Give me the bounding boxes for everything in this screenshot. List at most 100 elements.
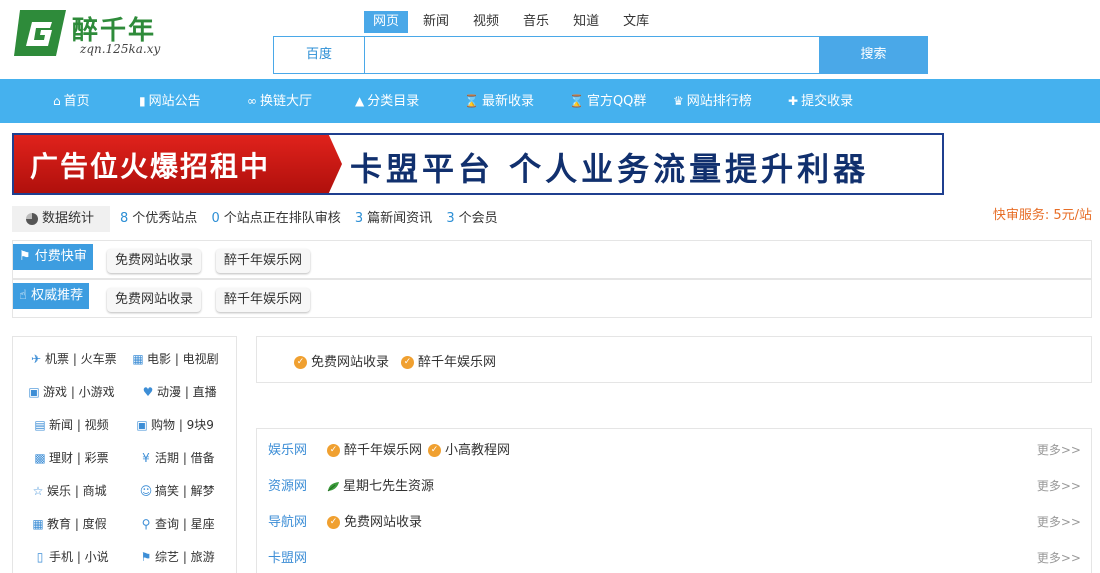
search-tab-video[interactable]: 视频: [464, 11, 508, 33]
logo-domain: zqn.125ka.xy: [80, 42, 161, 56]
nav-latest[interactable]: ⌛ 最新收录: [464, 79, 534, 123]
category-link[interactable]: ▯ 手机 | 小说: [33, 548, 109, 566]
more-link[interactable]: 更多>>: [1037, 513, 1081, 530]
nav-qq-group[interactable]: ⌛ 官方QQ群: [569, 79, 646, 123]
category-link[interactable]: ▣ 游戏 | 小游戏: [27, 383, 114, 401]
featured-site-link[interactable]: ✓ 免费网站收录: [294, 351, 389, 370]
search-tabs: 网页 新闻 视频 音乐 知道 文库: [364, 11, 664, 33]
category-link[interactable]: ✈ 机票 | 火车票: [29, 350, 117, 368]
bookmark-icon: ⚑: [140, 550, 152, 564]
trophy-icon: ♛: [673, 94, 684, 108]
verified-badge-icon: ✓: [401, 356, 414, 369]
search-tab-web[interactable]: 网页: [364, 11, 409, 33]
money-icon: ▩: [34, 451, 46, 465]
category-link[interactable]: ▣ 购物 | 9块9: [135, 416, 214, 434]
featured-site-link[interactable]: ✓ 醉千年娱乐网: [401, 351, 496, 370]
search-button[interactable]: 搜索: [819, 36, 928, 74]
smile-icon: ☺: [139, 484, 153, 498]
search-tab-music[interactable]: 音乐: [514, 11, 558, 33]
star-icon: ☆: [32, 484, 44, 498]
verified-badge-icon: ✓: [327, 444, 340, 457]
nav-announcements[interactable]: ▮ 网站公告: [139, 79, 201, 123]
cart-icon: ▣: [136, 418, 148, 432]
paid-review-tag: ⚑ 付费快审: [13, 244, 93, 270]
thumbs-up-icon: ☝: [19, 288, 27, 303]
hourglass-icon: ⌛: [569, 94, 584, 108]
category-link[interactable]: ▦ 电影 | 电视剧: [131, 350, 218, 368]
main-nav: ⌂ 首页 ▮ 网站公告 ∞ 换链大厅 ▲ 分类目录 ⌛ 最新收录 ⌛ 官方QQ群 ♛ 网站排行…: [0, 79, 1100, 123]
search-engine-select[interactable]: 百度: [274, 37, 365, 73]
recommend-row: ☝ 权威推荐 免费网站收录 醉千年娱乐网: [12, 279, 1092, 318]
recommend-tag: ☝ 权威推荐: [13, 283, 90, 309]
list-row: 导航网 ✓ 免费网站收录 更多>>: [257, 501, 1091, 537]
list-row: 卡盟网 更多>>: [257, 537, 1091, 573]
search-tab-zhidao[interactable]: 知道: [564, 11, 608, 33]
nav-home[interactable]: ⌂ 首页: [53, 79, 90, 123]
list-row: 资源网 星期七先生资源 更多>>: [257, 465, 1091, 501]
flag-icon: ⚑: [19, 249, 31, 264]
ad-banner[interactable]: 广告位火爆招租中 卡盟平台 个人业务流量提升利器: [12, 133, 944, 195]
category-link[interactable]: ▩ 理财 | 彩票: [33, 449, 108, 467]
document-icon: ▮: [139, 94, 146, 108]
search-input[interactable]: [365, 37, 820, 73]
list-site-link[interactable]: ✓ 醉千年娱乐网: [327, 443, 422, 458]
nav-ranking[interactable]: ♛ 网站排行榜: [673, 79, 752, 123]
category-link[interactable]: ☺ 搞笑 | 解梦: [139, 482, 215, 500]
nav-link-exchange[interactable]: ∞ 换链大厅: [247, 79, 312, 123]
list-category[interactable]: 导航网: [268, 511, 307, 530]
category-link[interactable]: ▤ 新闻 | 视频: [33, 416, 108, 434]
yen-icon: ¥: [142, 451, 150, 465]
leaf-icon: [327, 482, 339, 492]
category-link[interactable]: ♥ 动漫 | 直播: [141, 383, 217, 401]
category-link[interactable]: ⚲ 查询 | 星座: [139, 515, 215, 533]
featured-sites: ✓ 免费网站收录 ✓ 醉千年娱乐网: [256, 336, 1092, 383]
gamepad-icon: ▣: [28, 385, 40, 399]
list-category[interactable]: 娱乐网: [268, 439, 307, 458]
category-link[interactable]: ⚑ 综艺 | 旅游: [139, 548, 215, 566]
stats-text: 8 个优秀站点 0 个站点正在排队审核 3 篇新闻资讯 3 个会员: [120, 211, 498, 226]
newspaper-icon: ▤: [34, 418, 46, 432]
verified-badge-icon: ✓: [327, 516, 340, 529]
nav-submit[interactable]: ✚ 提交收录: [788, 79, 853, 123]
recommend-chip[interactable]: 免费网站收录: [107, 288, 202, 312]
stats-bar: 数据统计 8 个优秀站点 0 个站点正在排队审核 3 篇新闻资讯 3 个会员 快审服务:…: [12, 204, 1092, 232]
recommend-chip[interactable]: 醉千年娱乐网: [216, 288, 311, 312]
site-logo[interactable]: 醉千年 zqn.125ka.xy: [12, 8, 172, 60]
plane-icon: ✈: [30, 352, 42, 366]
film-icon: ▦: [132, 352, 144, 366]
verified-badge-icon: ✓: [294, 356, 307, 369]
list-site-link[interactable]: ✓ 免费网站收录: [327, 515, 422, 530]
logo-mark-icon: [14, 10, 66, 56]
fast-review-price[interactable]: 快审服务: 5元/站: [993, 206, 1092, 226]
more-link[interactable]: 更多>>: [1037, 477, 1081, 494]
list-category[interactable]: 资源网: [268, 475, 307, 494]
hourglass-icon: ⌛: [464, 94, 479, 108]
banner-left: 广告位火爆招租中: [14, 135, 342, 193]
list-site-link[interactable]: ✓ 小高教程网: [428, 443, 510, 458]
more-link[interactable]: 更多>>: [1037, 549, 1081, 566]
banner-right: 卡盟平台 个人业务流量提升利器: [350, 150, 870, 188]
paid-review-row: ⚑ 付费快审 免费网站收录 醉千年娱乐网: [12, 240, 1092, 279]
search-tab-news[interactable]: 新闻: [414, 11, 458, 33]
search-tab-wenku[interactable]: 文库: [614, 11, 658, 33]
category-link[interactable]: ▦ 教育 | 度假: [31, 515, 106, 533]
search-icon: ⚲: [141, 517, 151, 531]
phone-icon: ▯: [36, 550, 44, 564]
category-link[interactable]: ☆ 娱乐 | 商城: [31, 482, 107, 500]
list-category[interactable]: 卡盟网: [268, 547, 307, 566]
verified-badge-icon: ✓: [428, 444, 442, 457]
list-row: 娱乐网 ✓ 醉千年娱乐网 ✓ 小高教程网 更多>>: [257, 429, 1091, 465]
stats-label: 数据统计: [12, 206, 110, 232]
category-link[interactable]: ¥ 活期 | 借备: [139, 449, 215, 467]
paid-review-chip[interactable]: 免费网站收录: [107, 249, 202, 273]
home-icon: ⌂: [53, 94, 61, 108]
more-link[interactable]: 更多>>: [1037, 441, 1081, 458]
list-site-link[interactable]: 星期七先生资源: [327, 479, 434, 494]
category-panel: ✈ 机票 | 火车票 ▦ 电影 | 电视剧 ▣ 游戏 | 小游戏 ♥ 动漫 | 直播 ▤…: [12, 336, 237, 573]
search-bar: 百度 搜索: [273, 36, 928, 74]
map-icon: ▦: [32, 517, 44, 531]
sitemap-icon: ▲: [355, 94, 365, 108]
link-icon: ∞: [247, 94, 257, 108]
nav-categories[interactable]: ▲ 分类目录: [355, 79, 419, 123]
paid-review-chip[interactable]: 醉千年娱乐网: [216, 249, 311, 273]
